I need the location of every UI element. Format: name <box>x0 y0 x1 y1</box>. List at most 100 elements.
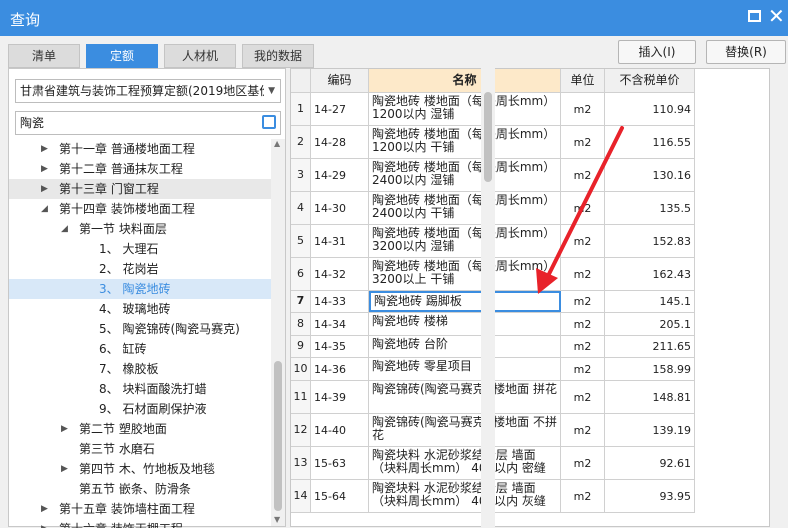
row-price: 158.99 <box>605 358 695 380</box>
row-code: 14-36 <box>311 358 369 380</box>
tree-node[interactable]: 5、 陶瓷锦砖(陶瓷马赛克) <box>9 319 271 339</box>
query-window: 查询 ✕ 清单 定额 人材机 我的数据 插入(I) 替换(R) 甘肃省建筑与装饰… <box>0 0 788 528</box>
row-code: 14-28 <box>311 126 369 158</box>
expand-icon[interactable]: ▶ <box>61 459 68 479</box>
row-code: 14-33 <box>311 291 369 312</box>
scroll-down-icon[interactable]: ▼ <box>274 515 280 524</box>
tree-node-label: 9、 石材面刷保护液 <box>99 402 207 416</box>
tab-bill[interactable]: 清单 <box>8 44 80 68</box>
tree-node[interactable]: 第五节 嵌条、防滑条 <box>9 479 271 499</box>
row-index: 12 <box>291 414 311 446</box>
row-price: 92.61 <box>605 447 695 479</box>
row-name: 陶瓷地砖 楼地面（每块周长mm） 2400以内 干铺 <box>369 192 561 224</box>
tree-node[interactable]: ▶ 第十二章 普通抹灰工程 <box>9 159 271 179</box>
tree-node[interactable]: 9、 石材面刷保护液 <box>9 399 271 419</box>
row-name: 陶瓷块料 水泥砂浆结合层 墙面（块料周长mm） 400以内 灰缝 <box>369 480 561 512</box>
row-price: 110.94 <box>605 93 695 125</box>
quota-tree-panel: 甘肃省建筑与装饰工程预算定额(2019地区基价 ▼ 陶瓷 ▶ 第十一章 普通楼地面… <box>8 68 286 528</box>
tree-node-label: 第十三章 门窗工程 <box>59 182 159 196</box>
tree-node[interactable]: 2、 花岗岩 <box>9 259 271 279</box>
tree-node[interactable]: 8、 块料面酸洗打蜡 <box>9 379 271 399</box>
tree-node-label: 6、 缸砖 <box>99 342 147 356</box>
close-icon[interactable]: ✕ <box>768 4 785 28</box>
row-index: 3 <box>291 159 311 191</box>
tree-node[interactable]: ▶ 第十五章 装饰墙柱面工程 <box>9 499 271 519</box>
header-price[interactable]: 不含税单价 <box>605 69 695 93</box>
row-index: 4 <box>291 192 311 224</box>
header-name[interactable]: 名称 <box>369 69 561 93</box>
tree-node[interactable]: 7、 橡胶板 <box>9 359 271 379</box>
row-name: 陶瓷地砖 楼地面（每块周长mm） 3200以上 干铺 <box>369 258 561 290</box>
header-unit[interactable]: 单位 <box>561 69 605 93</box>
row-unit: m2 <box>561 159 605 191</box>
search-input[interactable]: 陶瓷 <box>15 111 281 135</box>
quota-library-select[interactable]: 甘肃省建筑与装饰工程预算定额(2019地区基价 ▼ <box>15 79 281 103</box>
tree-node[interactable]: 6、 缸砖 <box>9 339 271 359</box>
tab-labor-material-machine[interactable]: 人材机 <box>164 44 236 68</box>
tree-node[interactable]: ▶ 第二节 塑胶地面 <box>9 419 271 439</box>
expand-icon[interactable]: ▶ <box>41 499 48 519</box>
row-index: 14 <box>291 480 311 512</box>
tree-node[interactable]: 3、 陶瓷地砖 <box>9 279 271 299</box>
row-name: 陶瓷地砖 楼地面（每块周长mm） 1200以内 干铺 <box>369 126 561 158</box>
row-unit: m2 <box>561 480 605 512</box>
tree-node[interactable]: 1、 大理石 <box>9 239 271 259</box>
tree-node-label: 第二节 塑胶地面 <box>79 422 167 436</box>
tree-node-label: 第五节 嵌条、防滑条 <box>79 482 191 496</box>
tree-node[interactable]: ▶ 第四节 木、竹地板及地毯 <box>9 459 271 479</box>
tree-node[interactable]: ▶ 第十一章 普通楼地面工程 <box>9 139 271 159</box>
title-bar: 查询 ✕ <box>0 0 788 36</box>
expand-icon[interactable]: ▶ <box>41 159 48 179</box>
chevron-down-icon[interactable]: ▼ <box>264 80 275 102</box>
tree-node-label: 第一节 块料面层 <box>79 222 167 236</box>
tree-node[interactable]: ▶ 第十三章 门窗工程 <box>9 179 271 199</box>
row-name: 陶瓷块料 水泥砂浆结合层 墙面（块料周长mm） 400以内 密缝 <box>369 447 561 479</box>
expand-icon[interactable]: ▶ <box>41 179 48 199</box>
row-code: 14-32 <box>311 258 369 290</box>
row-code: 14-27 <box>311 93 369 125</box>
tree-scrollbar-thumb[interactable] <box>274 361 282 511</box>
row-price: 145.1 <box>605 291 695 312</box>
scroll-up-icon[interactable]: ▲ <box>274 139 280 148</box>
tree-node-label: 4、 玻璃地砖 <box>99 302 171 316</box>
tab-quota[interactable]: 定额 <box>86 44 158 68</box>
row-code: 14-30 <box>311 192 369 224</box>
tree-node-label: 第四节 木、竹地板及地毯 <box>79 462 215 476</box>
tree-node-label: 2、 花岗岩 <box>99 262 159 276</box>
tree-node[interactable]: ◢ 第十四章 装饰楼地面工程 <box>9 199 271 219</box>
expand-icon[interactable]: ▶ <box>41 139 48 159</box>
tree-scrollbar[interactable]: ▲ ▼ <box>271 139 285 526</box>
tree-node-label: 第十四章 装饰楼地面工程 <box>59 202 195 216</box>
tree-node-label: 1、 大理石 <box>99 242 159 256</box>
collapse-icon[interactable]: ◢ <box>41 199 48 219</box>
tab-my-data[interactable]: 我的数据 <box>242 44 314 68</box>
row-unit: m2 <box>561 93 605 125</box>
row-unit: m2 <box>561 192 605 224</box>
insert-button[interactable]: 插入(I) <box>618 40 696 64</box>
row-index: 6 <box>291 258 311 290</box>
tree-node[interactable]: 第三节 水磨石 <box>9 439 271 459</box>
replace-button[interactable]: 替换(R) <box>706 40 786 64</box>
row-unit: m2 <box>561 313 605 335</box>
row-name: 陶瓷地砖 台阶 <box>369 336 561 357</box>
row-index: 1 <box>291 93 311 125</box>
row-price: 205.1 <box>605 313 695 335</box>
tree-node-label: 3、 陶瓷地砖 <box>99 282 171 296</box>
tree-node[interactable]: ◢ 第一节 块料面层 <box>9 219 271 239</box>
row-code: 15-63 <box>311 447 369 479</box>
expand-icon[interactable]: ▶ <box>61 419 68 439</box>
row-price: 162.43 <box>605 258 695 290</box>
table-scrollbar[interactable] <box>481 68 495 527</box>
maximize-icon[interactable] <box>748 10 761 22</box>
header-code[interactable]: 编码 <box>311 69 369 93</box>
collapse-icon[interactable]: ◢ <box>61 219 68 239</box>
row-code: 14-34 <box>311 313 369 335</box>
header-index <box>291 69 311 93</box>
table-scrollbar-thumb[interactable] <box>484 92 492 182</box>
tree-node-label: 8、 块料面酸洗打蜡 <box>99 382 207 396</box>
row-price: 130.16 <box>605 159 695 191</box>
row-name: 陶瓷锦砖(陶瓷马赛克) 楼地面 拼花 <box>369 381 561 413</box>
row-index: 11 <box>291 381 311 413</box>
tree-node[interactable]: 4、 玻璃地砖 <box>9 299 271 319</box>
filter-icon[interactable] <box>262 115 276 129</box>
